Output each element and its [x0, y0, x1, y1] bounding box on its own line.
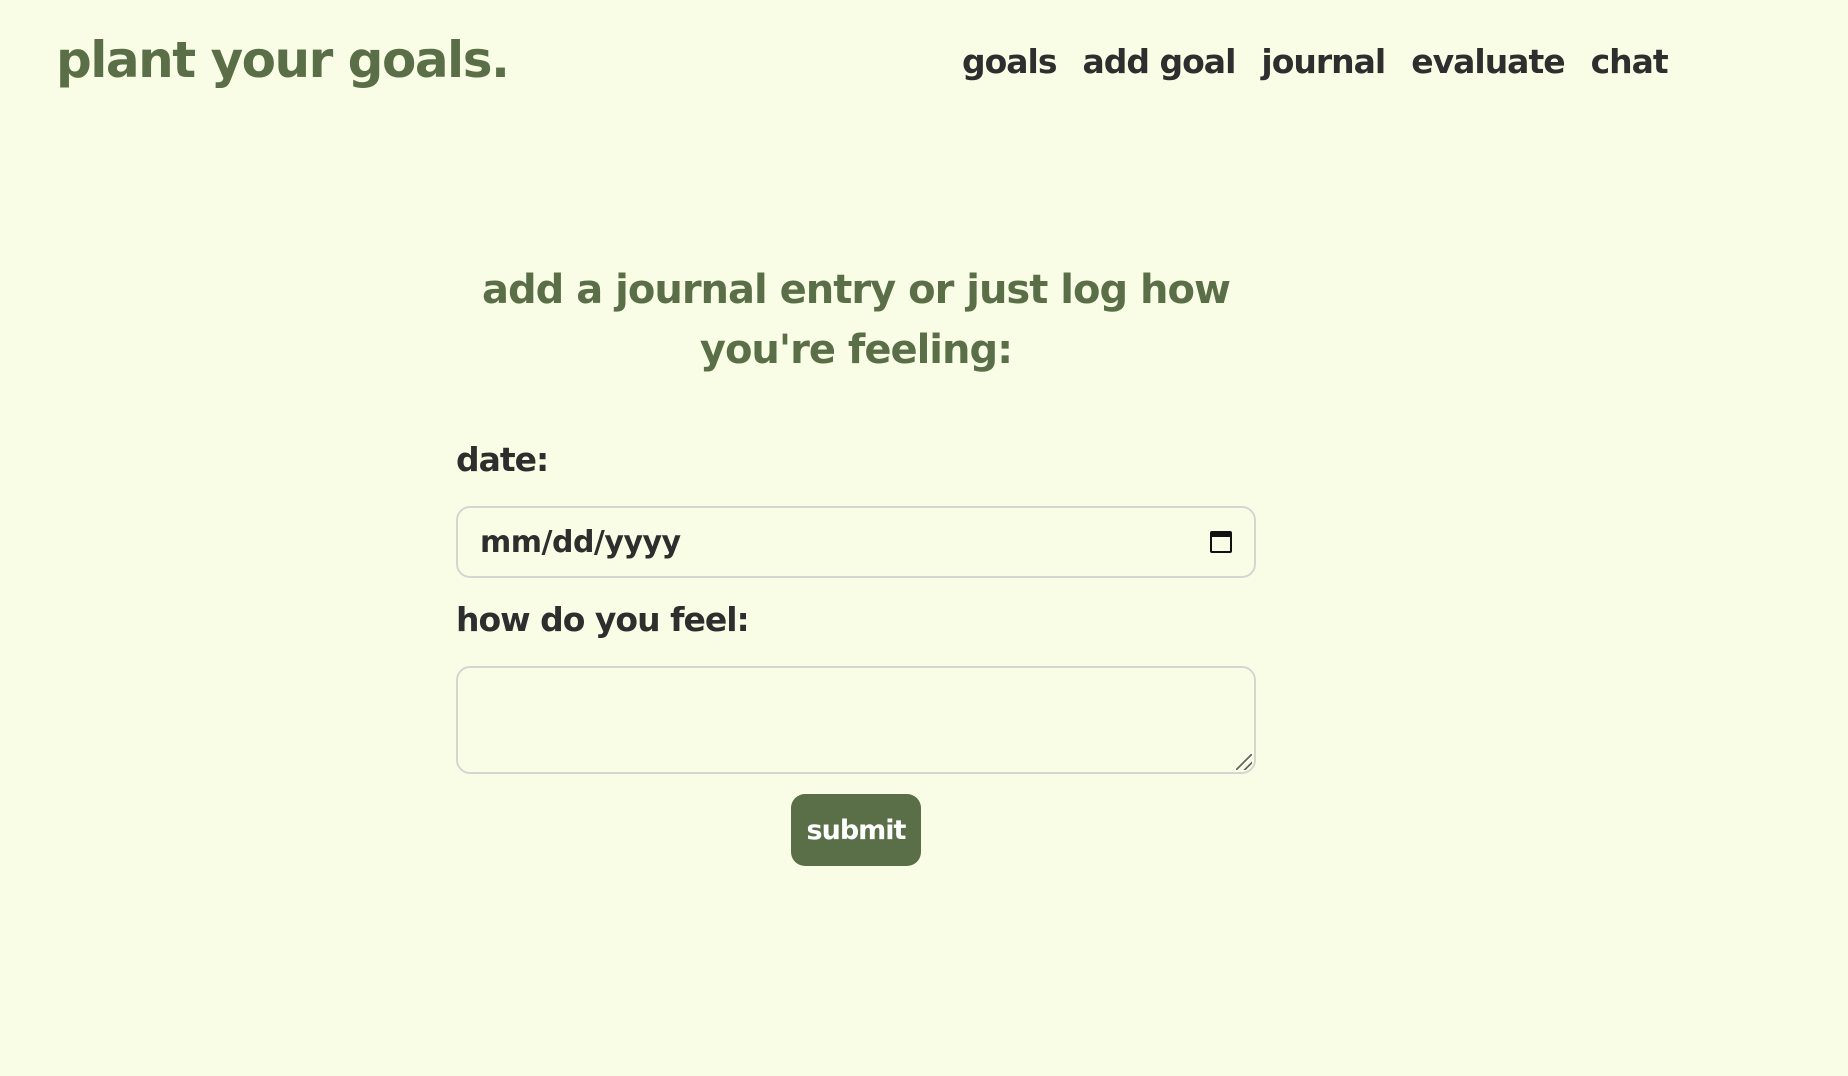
calendar-icon[interactable] [1210, 531, 1232, 553]
nav-evaluate[interactable]: evaluate [1411, 42, 1565, 82]
page-heading: add a journal entry or just log how you'… [456, 260, 1256, 380]
nav-add-goal[interactable]: add goal [1083, 42, 1237, 82]
feel-textarea[interactable] [456, 666, 1256, 774]
nav-goals[interactable]: goals [962, 42, 1058, 82]
submit-button[interactable]: submit [791, 794, 921, 866]
nav-chat[interactable]: chat [1591, 42, 1669, 82]
date-placeholder: mm/dd/yyyy [480, 524, 681, 560]
brand-logo[interactable]: plant your goals. [56, 30, 510, 90]
feel-label: how do you feel: [456, 600, 750, 639]
nav-journal[interactable]: journal [1261, 42, 1386, 82]
heading-line-1: add a journal entry or just log how [482, 267, 1231, 313]
date-label: date: [456, 440, 549, 479]
resize-handle-icon[interactable] [1236, 754, 1252, 770]
main-nav: goals add goal journal evaluate chat [962, 42, 1669, 82]
date-input[interactable]: mm/dd/yyyy [456, 506, 1256, 578]
heading-line-2: you're feeling: [699, 327, 1013, 373]
